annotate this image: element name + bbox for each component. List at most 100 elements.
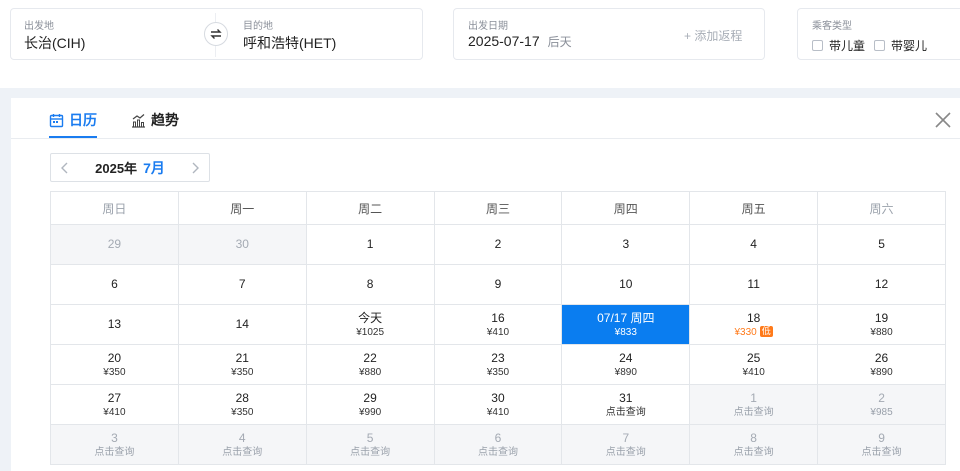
calendar-day-cell[interactable]: 3 — [561, 224, 691, 265]
calendar-day-cell[interactable]: 14 — [177, 304, 307, 345]
calendar-body: 29 30 1 2 3 4 5 6 7 8 9 10 11 12 13 14 今天 ¥1025 16 ¥410 07/1… — [50, 224, 946, 465]
price-text: ¥880 — [870, 326, 893, 338]
calendar-day-cell[interactable]: 29 ¥990 — [305, 384, 435, 425]
prev-month-button[interactable] — [51, 154, 79, 182]
day-number: 1 — [750, 390, 757, 405]
calendar-day-cell[interactable]: 23 ¥350 — [433, 344, 563, 385]
day-price: ¥1025 — [307, 326, 434, 339]
date-label: 出发日期 — [468, 21, 508, 32]
day-price: ¥890 — [818, 366, 945, 379]
day-price: ¥410 — [435, 406, 562, 419]
calendar-day-cell[interactable]: 18 ¥330 低 — [689, 304, 819, 345]
calendar-day-cell[interactable]: 7 — [177, 264, 307, 305]
weekday-label: 周五 — [689, 191, 819, 225]
calendar-day-cell[interactable]: 25 ¥410 — [689, 344, 819, 385]
day-number: 24 — [619, 350, 633, 365]
calendar-day-cell[interactable]: 4 点击查询 — [177, 424, 307, 465]
day-price: ¥410 — [435, 326, 562, 339]
tab-trend-label: 趋势 — [151, 112, 179, 128]
day-price: ¥990 — [307, 406, 434, 419]
day-price: ¥350 — [179, 406, 306, 419]
calendar-day-cell[interactable]: 5 — [817, 224, 946, 265]
calendar-day-cell[interactable]: 29 — [50, 224, 179, 265]
calendar-day-cell[interactable]: 1 点击查询 — [689, 384, 819, 425]
add-return-button[interactable]: + 添加返程 — [684, 27, 742, 44]
child-label: 带儿童 — [829, 39, 866, 53]
from-field[interactable]: 长治(CIH) — [24, 33, 85, 53]
day-number: 16 — [491, 310, 505, 325]
calendar-day-cell[interactable]: 7 点击查询 — [561, 424, 691, 465]
calendar-day-cell[interactable]: 31 点击查询 — [561, 384, 691, 425]
day-number: 9 — [878, 430, 885, 445]
day-price: 点击查询 — [51, 446, 178, 459]
calendar-day-cell[interactable]: 27 ¥410 — [50, 384, 179, 425]
calendar-day-cell[interactable]: 1 — [305, 224, 435, 265]
date-field[interactable]: 2025-07-17 后天 — [468, 33, 572, 50]
calendar-day-cell[interactable]: 11 — [689, 264, 819, 305]
search-bar: 出发地 长治(CIH) 目的地 呼和浩特(HET) 出发日期 2025-07-1… — [0, 0, 960, 88]
day-price: ¥985 — [818, 406, 945, 419]
calendar-day-cell[interactable]: 8 点击查询 — [689, 424, 819, 465]
price-text: ¥890 — [614, 366, 637, 378]
calendar-day-cell[interactable]: 20 ¥350 — [50, 344, 179, 385]
calendar-week: 6 7 8 9 10 11 12 — [50, 264, 946, 305]
calendar-day-cell[interactable]: 5 点击查询 — [305, 424, 435, 465]
calendar-day-cell[interactable]: 2 ¥985 — [817, 384, 946, 425]
tab-calendar[interactable]: 日历 — [49, 110, 97, 130]
day-number: 4 — [238, 430, 246, 445]
calendar-day-cell[interactable]: 9 — [433, 264, 563, 305]
calendar-day-cell[interactable]: 13 — [50, 304, 179, 345]
infant-checkbox[interactable]: 带婴儿 — [874, 37, 927, 54]
calendar-day-cell[interactable]: 12 — [817, 264, 946, 305]
calendar-day-cell[interactable]: 6 — [50, 264, 179, 305]
close-icon[interactable] — [933, 110, 953, 130]
date-card: 出发日期 2025-07-17 后天 + 添加返程 — [453, 8, 765, 60]
swap-button[interactable] — [204, 22, 228, 46]
price-text: 点击查询 — [733, 406, 774, 418]
passenger-label: 乘客类型 — [812, 21, 852, 32]
price-text: ¥890 — [870, 366, 893, 378]
from-label: 出发地 — [24, 21, 54, 32]
weekday-header: 周日 周一 周二 周三 周四 周五 周六 — [50, 191, 946, 225]
day-number: 今天 — [358, 310, 383, 325]
price-text: 点击查询 — [605, 406, 646, 418]
day-price: ¥350 — [435, 366, 562, 379]
day-number: 8 — [366, 277, 374, 291]
route-card: 出发地 长治(CIH) 目的地 呼和浩特(HET) — [10, 8, 423, 60]
price-text: 点击查询 — [605, 446, 646, 458]
checkbox-box — [812, 40, 823, 51]
calendar-day-cell[interactable]: 26 ¥890 — [817, 344, 946, 385]
day-number: 5 — [878, 237, 885, 251]
calendar-day-cell[interactable]: 21 ¥350 — [177, 344, 307, 385]
month-name: 7月 — [143, 159, 165, 176]
day-number: 9 — [494, 277, 502, 291]
calendar-day-cell[interactable]: 9 点击查询 — [817, 424, 946, 465]
calendar-day-cell[interactable]: 30 ¥410 — [433, 384, 563, 425]
to-field[interactable]: 呼和浩特(HET) — [243, 33, 336, 53]
calendar-day-cell[interactable]: 16 ¥410 — [433, 304, 563, 345]
child-checkbox[interactable]: 带儿童 — [812, 37, 865, 54]
calendar-day-cell[interactable]: 28 ¥350 — [177, 384, 307, 425]
calendar-day-cell[interactable]: 30 — [177, 224, 307, 265]
day-number: 6 — [111, 277, 118, 291]
calendar-day-cell[interactable]: 今天 ¥1025 — [305, 304, 435, 345]
calendar-day-cell[interactable]: 19 ¥880 — [817, 304, 946, 345]
to-label: 目的地 — [243, 21, 273, 32]
price-text: 点击查询 — [222, 446, 263, 458]
calendar-day-cell[interactable]: 6 点击查询 — [433, 424, 563, 465]
price-text: ¥350 — [486, 366, 510, 378]
calendar-day-cell[interactable]: 3 点击查询 — [50, 424, 179, 465]
calendar-day-cell[interactable]: 07/17 周四 ¥833 — [561, 304, 691, 345]
price-text: ¥410 — [103, 406, 126, 418]
calendar-day-cell[interactable]: 8 — [305, 264, 435, 305]
calendar-day-cell[interactable]: 10 — [561, 264, 691, 305]
next-month-button[interactable] — [181, 154, 209, 182]
day-number: 23 — [491, 350, 505, 365]
calendar-day-cell[interactable]: 2 — [433, 224, 563, 265]
calendar-day-cell[interactable]: 4 — [689, 224, 819, 265]
tab-trend[interactable]: 趋势 — [131, 110, 179, 130]
calendar-day-cell[interactable]: 22 ¥880 — [305, 344, 435, 385]
calendar-day-cell[interactable]: 24 ¥890 — [561, 344, 691, 385]
weekday-label: 周日 — [50, 191, 179, 225]
day-price: ¥833 — [562, 326, 689, 339]
